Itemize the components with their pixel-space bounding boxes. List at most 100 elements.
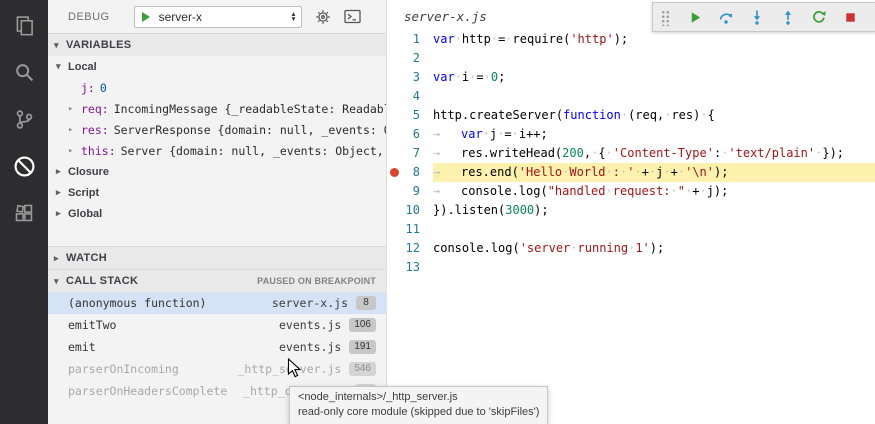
search-icon[interactable] — [0, 49, 48, 96]
breakpoint-slot[interactable] — [390, 54, 399, 63]
code-line[interactable]: 12console.log('server·running·1'); — [387, 239, 875, 258]
variables-section-label: VARIABLES — [66, 39, 131, 51]
scope-label: Local — [68, 61, 97, 73]
call-stack-section-header[interactable]: ▾ CALL STACK PAUSED ON BREAKPOINT — [48, 269, 386, 292]
code-text[interactable]: →res.writeHead(200,·{·'Content-Type':·'t… — [433, 144, 875, 163]
drag-handle-icon[interactable] — [661, 9, 670, 26]
code-line[interactable]: 11 — [387, 220, 875, 239]
breakpoint-slot[interactable] — [390, 130, 399, 139]
debug-config-dropdown[interactable]: server-x ▲▼ — [134, 6, 302, 28]
watch-section-header[interactable]: ▸ WATCH — [48, 246, 386, 269]
frame-function: emitTwo — [68, 318, 271, 332]
code-text[interactable]: console.log('server·running·1'); — [433, 239, 875, 258]
breakpoint-gutter[interactable]: 9 — [387, 182, 433, 201]
code-area[interactable]: 1var·http·=·require('http');23var·i·=·0;… — [387, 30, 875, 424]
expand-arrow-icon: ▸ — [68, 104, 81, 114]
debug-toolbar — [652, 2, 875, 32]
code-line[interactable]: 3var·i·=·0; — [387, 68, 875, 87]
breakpoint-gutter[interactable]: 5 — [387, 106, 433, 125]
code-line[interactable]: 6→var·j·=·i++; — [387, 125, 875, 144]
restart-button[interactable] — [806, 5, 832, 29]
debug-console-icon[interactable] — [344, 9, 361, 24]
breakpoint-gutter[interactable]: 1 — [387, 30, 433, 49]
call-stack-frame[interactable]: emitTwoevents.js106 — [48, 314, 386, 336]
breakpoint-slot[interactable] — [390, 73, 399, 82]
variable-value: 0 — [100, 81, 107, 95]
breakpoint-gutter[interactable]: 12 — [387, 239, 433, 258]
breakpoint-slot[interactable] — [390, 111, 399, 120]
code-line[interactable]: 7→res.writeHead(200,·{·'Content-Type':·'… — [387, 144, 875, 163]
code-text[interactable]: →res.end('Hello·World·:·'·+·j·+·'\n'); — [433, 163, 875, 182]
code-text[interactable]: http.createServer(function·(req,·res)·{ — [433, 106, 875, 125]
code-line[interactable]: 5http.createServer(function·(req,·res)·{ — [387, 106, 875, 125]
breakpoint-slot[interactable] — [390, 35, 399, 44]
code-line[interactable]: 13 — [387, 258, 875, 277]
step-out-button[interactable] — [775, 5, 801, 29]
frame-function: parserOnIncoming — [68, 362, 229, 376]
frame-line-badge: 546 — [349, 362, 376, 376]
debug-icon[interactable] — [0, 143, 48, 190]
code-line[interactable]: 8→res.end('Hello·World·:·'·+·j·+·'\n'); — [387, 163, 875, 182]
source-control-icon[interactable] — [0, 96, 48, 143]
breakpoint-gutter[interactable]: 6 — [387, 125, 433, 144]
breakpoint-slot[interactable] — [390, 206, 399, 215]
code-text[interactable]: →var·j·=·i++; — [433, 125, 875, 144]
code-text[interactable]: →console.log("handled·request:·"·+·j); — [433, 182, 875, 201]
code-text[interactable] — [433, 220, 875, 239]
code-text[interactable] — [433, 49, 875, 68]
variables-section-header[interactable]: ▾ VARIABLES — [48, 33, 386, 56]
code-line[interactable]: 1var·http·=·require('http'); — [387, 30, 875, 49]
breakpoint-slot[interactable] — [390, 187, 399, 196]
frame-function: emit — [68, 340, 271, 354]
code-text[interactable] — [433, 87, 875, 106]
breakpoint-slot[interactable] — [390, 225, 399, 234]
breakpoint-gutter[interactable]: 3 — [387, 68, 433, 87]
variable-row[interactable]: j: 0 — [48, 77, 386, 98]
variable-row[interactable]: ▸res:ServerResponse {domain: null, _even… — [48, 119, 386, 140]
chevron-right-icon: ▸ — [56, 187, 68, 198]
breakpoint-gutter[interactable]: 8 — [387, 163, 433, 182]
code-text[interactable] — [433, 258, 875, 277]
code-text[interactable]: }).listen(3000); — [433, 201, 875, 220]
breakpoint-gutter[interactable]: 13 — [387, 258, 433, 277]
code-line[interactable]: 4 — [387, 87, 875, 106]
code-text[interactable]: var·i·=·0; — [433, 68, 875, 87]
code-line[interactable]: 10}).listen(3000); — [387, 201, 875, 220]
step-over-button[interactable] — [713, 5, 739, 29]
breakpoint-gutter[interactable]: 2 — [387, 49, 433, 68]
variables-empty-space — [48, 224, 386, 246]
step-into-button[interactable] — [744, 5, 770, 29]
debug-sidebar-header: DEBUG server-x ▲▼ — [48, 0, 386, 33]
dropdown-stepper-icon[interactable]: ▲▼ — [290, 12, 296, 22]
scope-local[interactable]: ▾Local — [48, 56, 386, 77]
code-line[interactable]: 2 — [387, 49, 875, 68]
variable-name: j: — [81, 81, 95, 95]
breakpoint-slot[interactable] — [390, 244, 399, 253]
breakpoint-slot[interactable] — [390, 149, 399, 158]
explorer-icon[interactable] — [0, 2, 48, 49]
breakpoint-slot[interactable] — [390, 92, 399, 101]
call-stack-frame[interactable]: parserOnIncoming_http_server.js546 — [48, 358, 386, 380]
breakpoint-gutter[interactable]: 4 — [387, 87, 433, 106]
continue-button[interactable] — [682, 5, 708, 29]
stop-button[interactable] — [837, 5, 863, 29]
breakpoint-gutter[interactable]: 10 — [387, 201, 433, 220]
chevron-down-icon: ▾ — [54, 40, 66, 51]
breakpoint-slot[interactable] — [390, 263, 399, 272]
call-stack-frame[interactable]: (anonymous function)server-x.js8 — [48, 292, 386, 314]
scope-script[interactable]: ▸Script — [48, 182, 386, 203]
code-line[interactable]: 9→console.log("handled·request:·"·+·j); — [387, 182, 875, 201]
chevron-right-icon: ▸ — [54, 253, 66, 264]
breakpoint-gutter[interactable]: 11 — [387, 220, 433, 239]
scope-global[interactable]: ▸Global — [48, 203, 386, 224]
scope-closure[interactable]: ▸Closure — [48, 161, 386, 182]
call-stack-frame[interactable]: emitevents.js191 — [48, 336, 386, 358]
start-debugging-icon[interactable] — [142, 12, 150, 22]
configure-gear-icon[interactable] — [315, 9, 331, 25]
breakpoint-icon[interactable] — [390, 168, 399, 177]
extensions-icon[interactable] — [0, 190, 48, 237]
breakpoint-gutter[interactable]: 7 — [387, 144, 433, 163]
code-text[interactable]: var·http·=·require('http'); — [433, 30, 875, 49]
variable-row[interactable]: ▸this:Server {domain: null, _events: Obj… — [48, 140, 386, 161]
variable-row[interactable]: ▸req:IncomingMessage {_readableState: Re… — [48, 98, 386, 119]
